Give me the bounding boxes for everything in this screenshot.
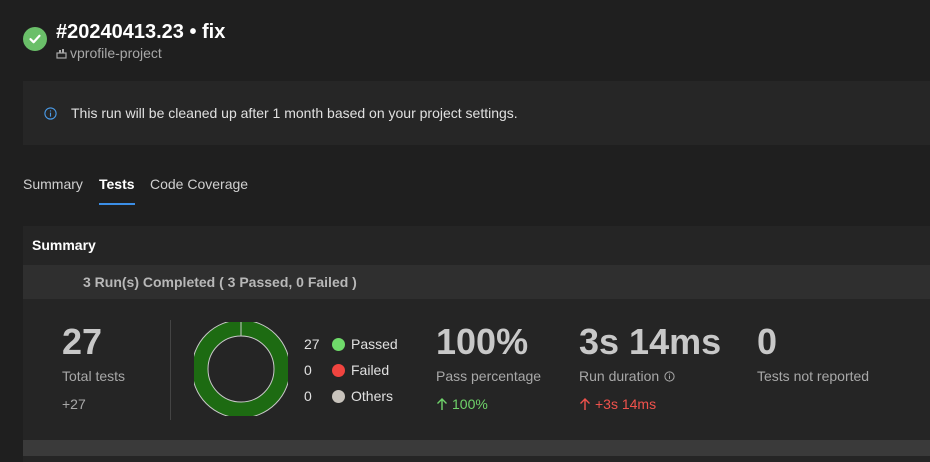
- pass-percentage-label: Pass percentage: [436, 368, 542, 384]
- others-count: 0: [304, 388, 312, 404]
- total-tests-label: Total tests: [62, 368, 126, 384]
- not-reported-label: Tests not reported: [757, 368, 870, 384]
- passed-count: 27: [304, 336, 320, 352]
- legend-failed: 0 Failed: [304, 362, 389, 378]
- project-icon: [56, 48, 67, 59]
- retention-banner: This run will be cleaned up after 1 mont…: [23, 81, 930, 145]
- test-stats: 27 Total tests +27 27 Passed 0 Failed 0 …: [23, 300, 930, 440]
- legend-others: 0 Others: [304, 388, 393, 404]
- others-label: Others: [351, 388, 394, 404]
- summary-panel: Summary 3 Run(s) Completed ( 3 Passed, 0…: [23, 226, 930, 462]
- not-reported-value: 0: [757, 321, 778, 362]
- failed-dot-icon: [332, 363, 345, 377]
- run-duration-delta: +3s 14ms: [579, 396, 656, 412]
- pass-percentage-delta: 100%: [436, 396, 488, 412]
- legend-passed: 27 Passed: [304, 336, 398, 352]
- run-duration-value: 3s 14ms: [579, 321, 722, 362]
- failed-label: Failed: [351, 362, 390, 378]
- runs-completed-bar[interactable]: 3 Run(s) Completed ( 3 Passed, 0 Failed …: [23, 265, 930, 299]
- arrow-up-icon: [437, 398, 447, 410]
- arrow-up-icon: [580, 398, 590, 410]
- summary-title: Summary: [32, 237, 96, 253]
- project-name: vprofile-project: [70, 45, 162, 61]
- test-outcome-donut: [194, 322, 288, 416]
- total-tests-value: 27: [62, 321, 103, 362]
- run-duration-delta-value: +3s 14ms: [595, 396, 657, 412]
- run-duration-label-row: Run duration: [579, 368, 675, 384]
- passed-dot-icon: [332, 337, 345, 351]
- total-tests-delta: +27: [62, 396, 86, 412]
- others-dot-icon: [332, 389, 345, 403]
- stats-divider: [170, 320, 171, 420]
- failed-count: 0: [304, 362, 312, 378]
- pass-percentage-delta-value: 100%: [452, 396, 488, 412]
- success-check-icon: [23, 27, 47, 51]
- summary-header: Summary: [23, 226, 930, 264]
- runs-completed-text: 3 Run(s) Completed ( 3 Passed, 0 Failed …: [83, 274, 357, 290]
- banner-text: This run will be cleaned up after 1 mont…: [71, 105, 518, 121]
- tab-tests[interactable]: Tests: [99, 176, 135, 205]
- project-link[interactable]: vprofile-project: [56, 45, 162, 61]
- info-icon: [44, 106, 57, 120]
- run-duration-info-icon[interactable]: [664, 370, 675, 382]
- donut-passed-segment: [194, 322, 288, 416]
- run-duration-label: Run duration: [579, 368, 660, 384]
- run-title: #20240413.23 • fix: [56, 21, 226, 43]
- tab-code-coverage[interactable]: Code Coverage: [150, 176, 248, 205]
- details-strip: [23, 440, 930, 456]
- passed-label: Passed: [351, 336, 398, 352]
- tab-summary[interactable]: Summary: [23, 176, 83, 205]
- pass-percentage-value: 100%: [436, 321, 529, 362]
